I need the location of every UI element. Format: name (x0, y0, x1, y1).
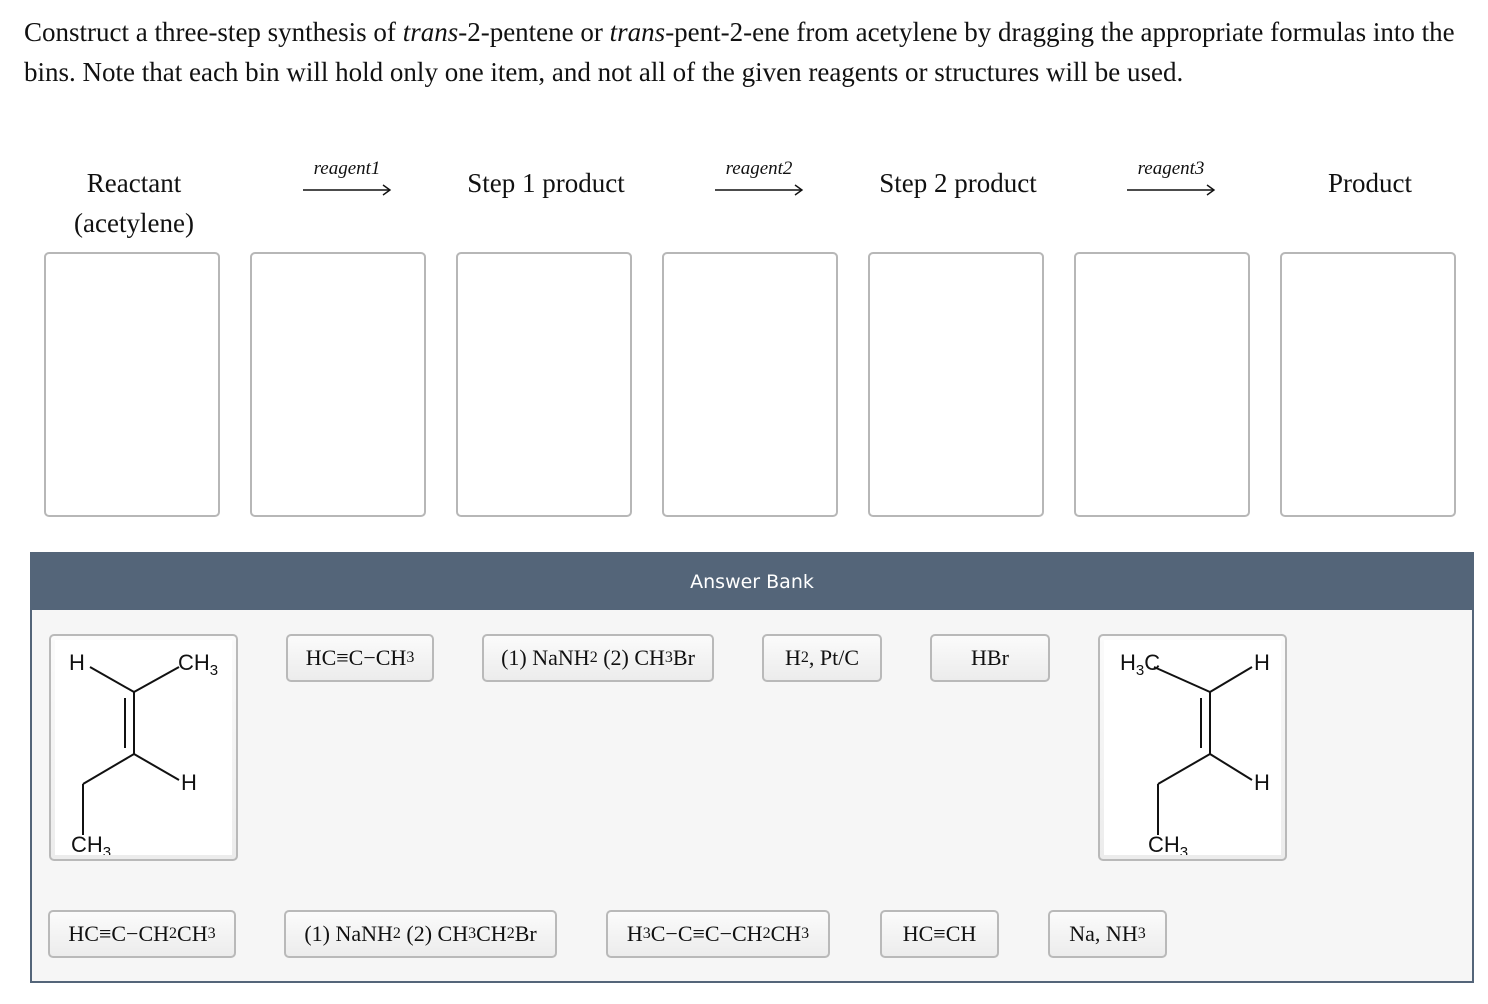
tile-2-pentyne[interactable]: H 3 C−C≡C−CH 2 CH 3 (606, 910, 830, 958)
tile-acetylene[interactable]: HC≡CH (880, 910, 999, 958)
svg-text:H: H (1254, 770, 1270, 795)
step1-product-label: Step 1 product (467, 168, 625, 198)
reactant-sublabel-text: (acetylene) (74, 208, 194, 238)
tile-1-butyne[interactable]: HC≡C−CH 2 CH 3 (48, 910, 236, 958)
tile-text: Br (672, 645, 695, 670)
tile-text: (1) NaNH (304, 921, 393, 946)
tile-text: , Pt/C (808, 645, 860, 670)
svg-text:H: H (181, 770, 197, 795)
alkene-structure-icon: H3C H H CH3 (1104, 640, 1281, 855)
bin-step1-product[interactable] (456, 252, 632, 517)
reagent3-arrow: reagent3 (1121, 158, 1221, 196)
answer-bank-header: Answer Bank (32, 554, 1472, 610)
tile-text: H (784, 645, 801, 670)
tile-text: HC≡C−CH (305, 645, 407, 670)
tile-text: CH (476, 921, 507, 946)
tile-text: Br (514, 921, 537, 946)
tile-h2-ptc[interactable]: H2, Pt/C (762, 634, 882, 682)
svg-text:H3C: H3C (1120, 650, 1160, 679)
bin-step2-product[interactable] (868, 252, 1044, 517)
prompt-text: -2-pentene or (458, 17, 610, 47)
tile-text: (1) NaNH (501, 645, 590, 670)
reagent1-label: reagent1 (313, 158, 381, 179)
prompt-text: Construct a three-step synthesis of (24, 17, 403, 47)
tile-text: H (626, 921, 643, 946)
tile-nanh2-ch3br[interactable]: (1) NaNH 2 (2) CH 3 Br (482, 634, 714, 682)
right-arrow-icon (1127, 184, 1216, 196)
bin-product[interactable] (1280, 252, 1456, 517)
step2-product-label: Step 2 product (879, 168, 1037, 198)
reactant-label: Reactant (acetylene) (44, 163, 224, 243)
reagent1-arrow: reagent1 (297, 158, 397, 196)
structure-tile-trans-2-pentene-b[interactable]: H3C H H CH3 (1098, 634, 1287, 861)
reagent3-label: reagent3 (1137, 158, 1205, 179)
tile-text: (2) CH (597, 645, 665, 670)
svg-text:H: H (1254, 650, 1270, 675)
tile-text: HC≡CH (902, 921, 977, 946)
svg-text:CH3: CH3 (178, 650, 218, 679)
h-label: H (69, 650, 85, 675)
tile-na-nh3[interactable]: Na, NH 3 (1048, 910, 1167, 958)
tile-text: HBr (971, 645, 1009, 670)
tile-text: HC≡C−CH (68, 921, 170, 946)
svg-text:CH3: CH3 (71, 832, 111, 855)
tile-nanh2-ch3ch2br[interactable]: (1) NaNH 2 (2) CH 3 CH 2 Br (284, 910, 557, 958)
tile-text: C−C≡C−CH (650, 921, 763, 946)
product-label: Product (1328, 168, 1412, 198)
tile-text: CH (177, 921, 208, 946)
bin-reagent2[interactable] (662, 252, 838, 517)
tile-text: Na, NH (1069, 921, 1138, 946)
prompt-italic: trans (609, 17, 666, 47)
bin-reactant[interactable] (44, 252, 220, 517)
tile-hbr[interactable]: HBr (930, 634, 1050, 682)
tile-text: (2) CH (400, 921, 469, 946)
tile-propyne[interactable]: HC≡C−CH 3 (286, 634, 434, 682)
alkene-structure-icon: H CH3 H CH3 (55, 640, 232, 855)
reagent2-arrow: reagent2 (709, 158, 809, 196)
right-arrow-icon (715, 184, 804, 196)
prompt-italic: trans (402, 17, 459, 47)
tile-text: CH (770, 921, 802, 946)
svg-text:CH3: CH3 (1148, 832, 1188, 855)
bin-reagent3[interactable] (1074, 252, 1250, 517)
structure-tile-trans-2-pentene-a[interactable]: H CH3 H CH3 (49, 634, 238, 861)
reagent2-label: reagent2 (725, 158, 793, 179)
bin-reagent1[interactable] (250, 252, 426, 517)
question-prompt: Construct a three-step synthesis of tran… (24, 12, 1474, 92)
reactant-label-text: Reactant (86, 168, 182, 198)
right-arrow-icon (303, 184, 392, 196)
